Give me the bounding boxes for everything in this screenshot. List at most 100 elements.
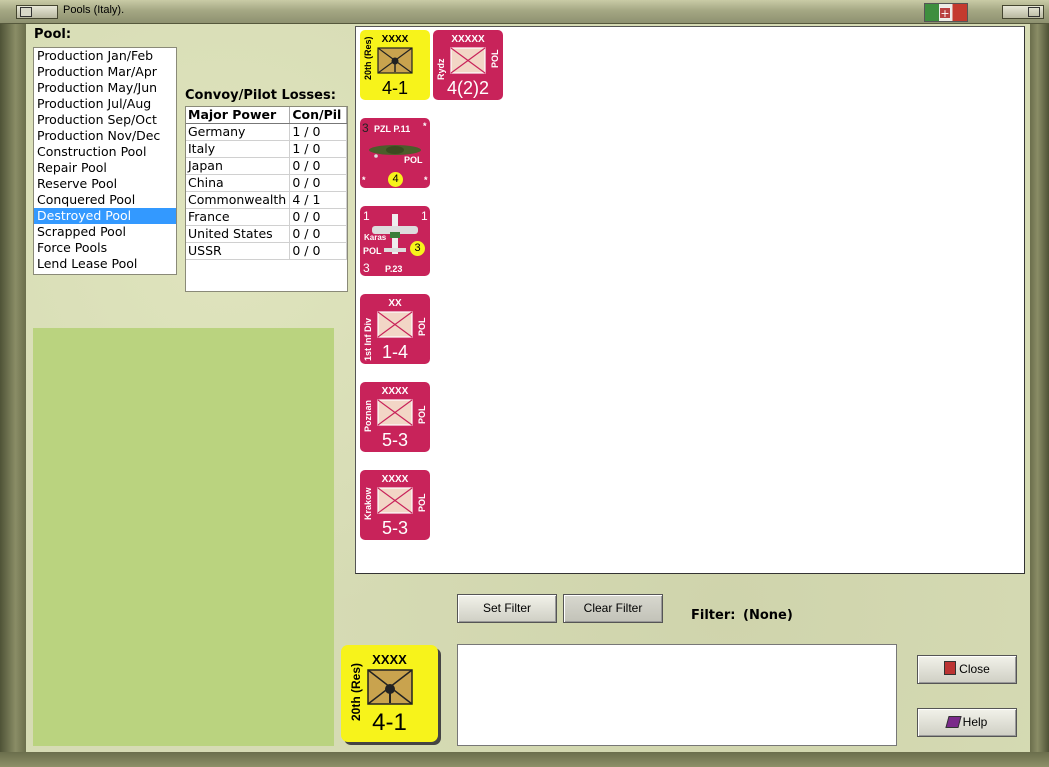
- window-frame: Pools (Italy). + Pool: Production Jan/Fe…: [0, 0, 1049, 767]
- help-label: Help: [962, 715, 988, 729]
- unit-symbol-icon: [377, 47, 413, 74]
- major-power-cell: Germany: [186, 123, 291, 141]
- unit-detail-panel: [33, 328, 334, 746]
- units-display-area[interactable]: XXXX 20th (Res) 4-1 XXXXX Rydz POL 4(2)2 3 PZL P…: [355, 26, 1025, 574]
- unit-name: Rydz: [436, 58, 446, 80]
- con-pil-cell: 0 / 0: [289, 157, 347, 175]
- con-pil-cell: 0 / 0: [289, 225, 347, 243]
- pool-item[interactable]: Production Mar/Apr: [34, 64, 176, 80]
- filter-label: Filter:: [691, 608, 736, 623]
- table-row: France 0 / 0: [186, 208, 347, 226]
- pool-item[interactable]: Production May/Jun: [34, 80, 176, 96]
- major-power-cell: China: [186, 174, 291, 192]
- pool-item[interactable]: Production Sep/Oct: [34, 112, 176, 128]
- air-top-right: 1: [421, 209, 428, 223]
- table-row: Japan 0 / 0: [186, 157, 347, 175]
- table-row: China 0 / 0: [186, 174, 347, 192]
- selected-unit-strength: 4-1: [372, 709, 407, 736]
- unit-symbol-icon: [450, 47, 486, 74]
- air-top-left: 3: [362, 121, 369, 135]
- unit-size-label: XX: [388, 298, 402, 309]
- unit-counter[interactable]: XX 1st Inf Div POL 1-4: [360, 294, 430, 364]
- con-pil-cell: 0 / 0: [289, 208, 347, 226]
- air-sub-name: Karas: [364, 233, 387, 242]
- unit-symbol-icon: [377, 311, 413, 338]
- air-name: P.23: [385, 264, 403, 274]
- unit-size-label: XXXX: [381, 474, 409, 485]
- table-row: Italy 1 / 0: [186, 140, 347, 158]
- maximize-button[interactable]: [1002, 5, 1044, 19]
- col-header-major-power[interactable]: Major Power: [186, 107, 291, 124]
- table-row: Commonwealth 4 / 1: [186, 191, 347, 209]
- title-bar: Pools (Italy). +: [0, 0, 1049, 24]
- right-border: [1030, 24, 1049, 767]
- star-icon: *: [423, 121, 427, 131]
- table-row: USSR 0 / 0: [186, 242, 347, 260]
- pool-list[interactable]: Production Jan/Feb Production Mar/Apr Prod…: [33, 47, 177, 275]
- unit-name: Krakow: [363, 487, 373, 520]
- savoy-cross-icon: +: [939, 7, 951, 20]
- unit-counter[interactable]: 3 PZL P.11 * POL * * 4: [360, 118, 430, 188]
- air-name: PZL P.11: [374, 124, 411, 134]
- unit-size-label: XXXX: [381, 386, 409, 397]
- con-pil-cell: 4 / 1: [289, 191, 347, 209]
- clear-filter-button[interactable]: Clear Filter: [563, 594, 663, 623]
- pool-item[interactable]: Scrapped Pool: [34, 224, 176, 240]
- pool-item[interactable]: Production Nov/Dec: [34, 128, 176, 144]
- con-pil-cell: 1 / 0: [289, 123, 347, 141]
- italy-flag-icon: +: [924, 3, 968, 22]
- unit-name: 20th (Res): [363, 36, 373, 80]
- unit-description-box: [457, 644, 897, 746]
- help-button[interactable]: Help: [917, 708, 1017, 737]
- table-row: United States 0 / 0: [186, 225, 347, 243]
- major-power-cell: France: [186, 208, 291, 226]
- major-power-cell: Italy: [186, 140, 291, 158]
- unit-nation: POL: [490, 49, 500, 68]
- star-icon: *: [362, 175, 366, 185]
- air-top-left: 1: [363, 209, 370, 223]
- unit-name: Poznan: [363, 399, 373, 432]
- unit-size-label: XXXXX: [451, 34, 485, 45]
- pool-item[interactable]: Repair Pool: [34, 160, 176, 176]
- set-filter-button[interactable]: Set Filter: [457, 594, 557, 623]
- unit-counter[interactable]: XXXX Krakow POL 5-3: [360, 470, 430, 540]
- filter-value: (None): [743, 608, 793, 623]
- major-power-cell: Japan: [186, 157, 291, 175]
- unit-symbol-icon: [377, 399, 413, 426]
- unit-counter[interactable]: XXXX Poznan POL 5-3: [360, 382, 430, 452]
- door-icon: [944, 661, 957, 675]
- window-title: Pools (Italy).: [63, 4, 125, 16]
- pool-heading: Pool:: [34, 27, 72, 42]
- star-icon: *: [424, 175, 428, 185]
- help-book-icon: [945, 716, 962, 728]
- system-menu-button[interactable]: [16, 5, 58, 19]
- pool-item[interactable]: Destroyed Pool: [34, 208, 176, 224]
- convoy-losses-table: Major Power Con/Pil Germany 1 / 0 Italy 1 /…: [185, 106, 348, 292]
- con-pil-cell: 0 / 0: [289, 174, 347, 192]
- pool-item[interactable]: Production Jul/Aug: [34, 96, 176, 112]
- unit-symbol-icon: [377, 487, 413, 514]
- col-header-con-pil[interactable]: Con/Pil: [289, 107, 347, 124]
- pool-item[interactable]: Conquered Pool: [34, 192, 176, 208]
- con-pil-cell: 0 / 0: [289, 242, 347, 260]
- selected-unit-counter: XXXX 20th (Res) 4-1: [341, 645, 438, 742]
- unit-strength: 4-1: [381, 78, 408, 98]
- pool-item[interactable]: Reserve Pool: [34, 176, 176, 192]
- pool-item[interactable]: Lend Lease Pool: [34, 256, 176, 272]
- air-rating: 4: [388, 172, 403, 187]
- maximize-icon: [1028, 7, 1040, 17]
- unit-counter[interactable]: 1 1 Karas POL 3 3 P.23: [360, 206, 430, 276]
- pool-item[interactable]: Force Pools: [34, 240, 176, 256]
- unit-counter[interactable]: XXXXX Rydz POL 4(2)2: [433, 30, 503, 100]
- unit-counter[interactable]: XXXX 20th (Res) 4-1: [360, 30, 430, 100]
- pool-item[interactable]: Production Jan/Feb: [34, 48, 176, 64]
- unit-strength: 4(2)2: [446, 78, 490, 98]
- air-bottom-left: 3: [363, 261, 370, 275]
- unit-nation: POL: [417, 493, 427, 512]
- unit-nation: POL: [417, 405, 427, 424]
- bottom-border: [0, 752, 1049, 767]
- restore-icon: [20, 7, 32, 17]
- major-power-cell: USSR: [186, 242, 291, 260]
- pool-item[interactable]: Construction Pool: [34, 144, 176, 160]
- close-button[interactable]: Close: [917, 655, 1017, 684]
